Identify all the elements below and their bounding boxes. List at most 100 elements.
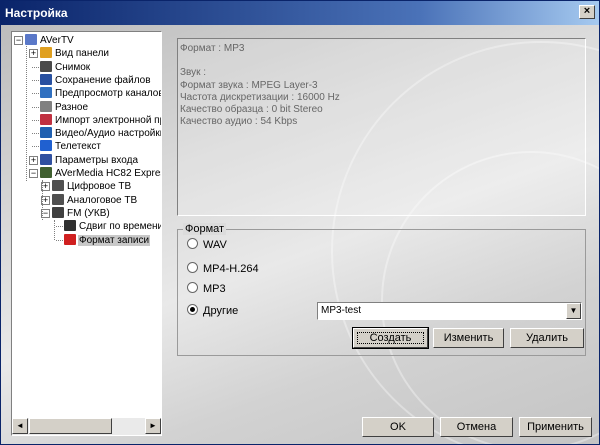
radio-button[interactable] — [187, 238, 198, 249]
tree-item[interactable]: Формат записи — [64, 233, 151, 247]
tree-connector — [32, 66, 39, 68]
radio-icon — [52, 206, 64, 218]
tree-expander-icon[interactable]: + — [29, 49, 38, 59]
radio-button[interactable] — [187, 304, 198, 315]
tree-item[interactable]: Вид панели — [40, 47, 110, 60]
tree-item-label: AVerTV — [40, 35, 74, 46]
scroll-right-button[interactable]: ► — [145, 418, 161, 434]
input-icon — [40, 153, 52, 165]
tree-item[interactable]: Сохранение файлов — [40, 73, 152, 87]
tree-connector — [32, 79, 39, 81]
tree-expander-icon[interactable]: − — [29, 169, 38, 178]
tree-expander-icon[interactable]: − — [14, 36, 23, 45]
tree-connector — [32, 119, 39, 121]
delete-button[interactable]: Удалить — [510, 328, 584, 348]
create-button[interactable]: Создать — [352, 327, 429, 349]
radio-label: MP4-H.264 — [203, 263, 259, 275]
info-line — [180, 55, 583, 67]
tree-connector — [32, 146, 39, 148]
tree-item[interactable]: Видео/Аудио настройки — [40, 127, 162, 140]
radio-label: MP3 — [203, 283, 226, 295]
tree-item-label: Видео/Аудио настройки — [55, 128, 162, 140]
radio-button[interactable] — [187, 282, 198, 293]
close-button[interactable]: × — [579, 5, 595, 19]
scroll-left-button[interactable]: ◄ — [12, 418, 28, 434]
analog-tv-icon — [52, 193, 64, 205]
settings-window: Настройка × − AVerTV + Вид панели Снимок Сохр… — [0, 0, 600, 445]
info-line: Частота дискретизации : 16000 Hz — [180, 91, 340, 103]
tree-item-label: Телетекст — [55, 141, 101, 153]
horizontal-scrollbar[interactable]: ◄ ► — [12, 418, 161, 435]
timeshift-icon — [64, 220, 76, 232]
digital-tv-icon — [52, 180, 64, 192]
title-bar[interactable]: Настройка × — [1, 1, 599, 25]
device-icon — [40, 167, 52, 178]
tree-connector — [56, 239, 63, 241]
radio-label: WAV — [203, 239, 227, 251]
tree-item-label: Формат записи — [78, 234, 151, 246]
tree-item[interactable]: Аналоговое ТВ — [52, 193, 138, 207]
tools-icon — [40, 127, 52, 139]
radio-button[interactable] — [187, 262, 198, 273]
misc-icon — [40, 100, 52, 112]
tree-item[interactable]: FM (УКВ) — [52, 206, 111, 220]
tree-item-label: Аналоговое ТВ — [67, 194, 138, 206]
info-line: Качество аудио : 54 Kbps — [180, 116, 298, 128]
radio-label: Другие — [203, 305, 239, 317]
tree-item[interactable]: Сдвиг по времени — [64, 220, 162, 233]
tree-item-label: Разное — [55, 101, 89, 113]
other-format-select[interactable]: MP3-test ▼ — [317, 302, 582, 320]
apply-button[interactable]: Применить — [519, 417, 592, 437]
info-line: Качество образца : 0 bit Stereo — [180, 103, 323, 115]
tree-connector — [26, 46, 27, 181]
tree-expander-icon[interactable]: + — [29, 155, 38, 165]
info-line: Формат звука : MPEG Layer-3 — [180, 79, 318, 91]
tree-connector — [32, 133, 39, 135]
tree-item-label: Сохранение файлов — [55, 74, 151, 86]
dropdown-arrow-icon[interactable]: ▼ — [566, 303, 581, 319]
tree-item[interactable]: Разное — [40, 100, 89, 114]
eye-icon — [40, 87, 52, 99]
tree-item-label: AVerMedia HC82 Express-C — [55, 168, 161, 179]
radio-other[interactable]: Другие — [187, 304, 238, 318]
tree-connector — [32, 93, 39, 95]
tree-item[interactable]: Импорт электронной прог — [40, 113, 161, 127]
tree-item-label: FM (УКВ) — [67, 207, 110, 219]
tree-item-label: Цифровое ТВ — [67, 181, 132, 193]
settings-tree[interactable]: − AVerTV + Вид панели Снимок Сохранение файло… — [11, 31, 162, 436]
panel-view-icon — [40, 47, 52, 59]
tree-item[interactable]: Параметры входа — [40, 153, 139, 167]
tree-connector — [56, 226, 63, 228]
tv-icon — [25, 34, 37, 45]
tree-connector — [54, 220, 55, 240]
tree-item-label: Параметры входа — [55, 154, 139, 166]
tree-connector — [42, 180, 43, 220]
cancel-button[interactable]: Отмена — [440, 417, 513, 437]
tree-connector — [32, 106, 39, 108]
teletext-icon — [40, 140, 52, 152]
tree-item-label: Предпросмотр каналов — [55, 88, 162, 100]
tree-item[interactable]: Снимок — [40, 60, 91, 74]
info-line: Звук : — [180, 67, 207, 79]
ok-button[interactable]: OK — [362, 417, 434, 437]
select-value: MP3-test — [321, 305, 362, 316]
radio-wav[interactable]: WAV — [187, 238, 227, 252]
info-line: Формат : MP3 — [180, 43, 245, 54]
save-icon — [40, 73, 52, 85]
record-icon — [64, 233, 76, 245]
tree-item[interactable]: Телетекст — [40, 140, 102, 153]
tree-item[interactable]: AVerTV — [25, 34, 75, 47]
format-info-box: Формат : MP3 Звук : Формат звука : MPEG La… — [177, 38, 586, 216]
tree-item-label: Сдвиг по времени — [79, 221, 162, 233]
radio-mp3[interactable]: MP3 — [187, 282, 226, 296]
scroll-thumb[interactable] — [29, 418, 112, 434]
tree-item[interactable]: AVerMedia HC82 Express-C — [40, 167, 161, 180]
import-icon — [40, 113, 52, 125]
tree-item[interactable]: Предпросмотр каналов — [40, 87, 162, 100]
tree-item-label: Вид панели — [55, 48, 110, 60]
edit-button[interactable]: Изменить — [433, 328, 504, 348]
tree-items: − AVerTV + Вид панели Снимок Сохранение файло… — [12, 32, 162, 418]
tree-item[interactable]: Цифровое ТВ — [52, 180, 132, 193]
window-title: Настройка — [5, 6, 68, 20]
radio-mp4-h264[interactable]: MP4-H.264 — [187, 262, 259, 276]
